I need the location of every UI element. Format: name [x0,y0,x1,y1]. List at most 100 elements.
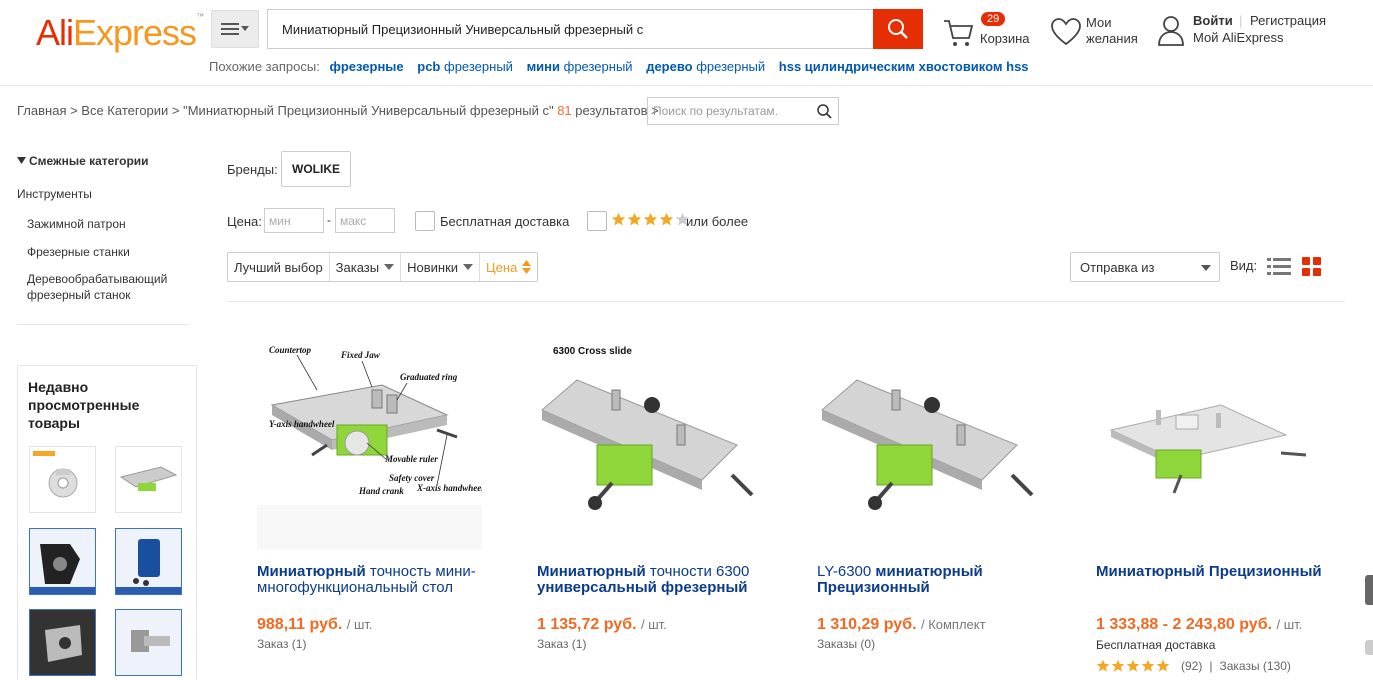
search-button[interactable] [873,9,923,49]
free-shipping-checkbox[interactable] [415,211,435,231]
related-query-5[interactable]: hss цилиндрическим хвостовиком hss [779,59,1029,74]
star-icon [1096,659,1110,672]
triangle-down-icon [17,157,26,164]
recent-thumb-pulley[interactable] [29,446,96,513]
diagram-label-hand-crank: Hand crank [358,486,404,496]
product-reviews-4[interactable]: (92) [1181,659,1202,673]
star-icon [1111,659,1125,672]
chevron-down-icon [1201,265,1211,271]
product-image-caption-2: 6300 Cross slide [553,346,632,357]
recent-thumb-extruder[interactable] [29,528,96,595]
search-icon[interactable] [817,104,832,119]
product-title-3[interactable]: LY-6300 миниатюрный Прецизионный [817,564,1047,596]
related-query-2[interactable]: pcb фрезерный [417,59,513,74]
product-orders-3: Заказы (0) [817,637,876,651]
product-price-4: 1 333,88 - 2 243,80 руб. / шт. [1096,616,1303,633]
side-tab[interactable] [1365,640,1373,655]
list-view-icon[interactable] [1267,257,1291,280]
product-image-2[interactable]: 6300 Cross slide [537,325,762,550]
related-query-4[interactable]: дерево фрезерный [646,59,765,74]
search-icon [888,19,908,39]
sidebar-item-chuck[interactable]: Зажимной патрон [27,216,187,232]
star-icon [627,212,642,226]
recent-thumb-bearing-mount[interactable] [115,609,182,676]
my-aliexpress-link[interactable]: Мой AliExpress [1193,30,1284,45]
logo-text-ali: Ali [36,12,74,53]
caret-down-icon [241,26,249,31]
product-image-3[interactable] [817,325,1042,550]
diagram-label-fixed-jaw: Fixed Jaw [340,350,381,360]
sort-newest[interactable]: Новинки [401,253,481,281]
cart-icon [944,20,974,46]
feedback-side-tab[interactable] [1365,575,1373,605]
diagram-label-countertop: Countertop [269,345,312,355]
brand-chip-wolike[interactable]: WOLIKE [281,151,351,187]
product-title-2[interactable]: Миниатюрный точности 6300 универсальный … [537,564,767,596]
price-min-input[interactable]: мин [264,208,324,233]
related-query-1[interactable]: фрезерные [329,59,403,74]
recent-thumb-bracket[interactable] [29,609,96,676]
star-icon [611,212,626,226]
search-input[interactable]: Миниатюрный Прецизионный Универсальный ф… [267,9,874,49]
user-icon [1158,16,1184,46]
diagram-label-safety-cover: Safety cover [389,473,435,483]
diagram-label-y-axis-handwheel: Y-axis handwheel [269,419,335,429]
rating-filter-label[interactable]: или более [686,214,748,229]
wishlist-link[interactable]: Мои желания [1050,14,1145,54]
grid-view-icon[interactable] [1302,257,1322,280]
star-icon [1126,659,1140,672]
product-image-4[interactable] [1096,325,1321,550]
related-categories-title[interactable]: Смежные категории [17,154,149,168]
cart-label: Корзина [980,31,1030,46]
product-title-4[interactable]: Миниатюрный Прецизионный [1096,564,1326,580]
product-free-shipping-4: Бесплатная доставка [1096,638,1216,652]
product-rating-4: (92) | Заказы (130) [1096,659,1291,673]
product-orders-4: Заказы (130) [1219,659,1291,673]
rating-filter-checkbox[interactable] [587,211,607,231]
breadcrumb-path[interactable]: Главная > Все Категории > "Миниатюрный П… [17,103,554,118]
recently-viewed-panel: Недавно просмотренные товары [17,365,197,680]
categories-menu-button[interactable] [211,10,259,48]
logo-text-express: Express [73,12,197,53]
recent-thumb-cross-slide[interactable] [115,446,182,513]
sidebar-item-woodworking-milling[interactable]: Деревообрабатывающий фрезерный станок [27,271,187,303]
view-label: Вид: [1230,258,1258,273]
diagram-label-x-axis-handwheel: X-axis handwheel [416,483,482,493]
sidebar-item-milling-machines[interactable]: Фрезерные станки [27,244,187,260]
sort-orders[interactable]: Заказы [330,253,402,281]
heart-icon [1051,18,1081,46]
sort-best-match[interactable]: Лучший выбор [228,253,330,281]
product-image-1[interactable]: Countertop Fixed Jaw Graduated ring Y-ax… [257,325,482,550]
product-orders-1: Заказ (1) [257,637,307,651]
triangle-down-icon [384,264,395,270]
product-price-1: 988,11 руб. / шт. [257,616,373,633]
recently-viewed-title: Недавно просмотренные товары [28,379,140,431]
search-within-results-input[interactable]: Поиск по результатам. [647,97,839,125]
hamburger-icon [221,23,239,35]
diagram-label-graduated-ring: Graduated ring [400,372,458,382]
cart-link[interactable]: 29 Корзина [942,12,1032,52]
register-link[interactable]: Регистрация [1250,13,1326,28]
price-max-input[interactable]: макс [335,208,395,233]
price-range-dash: - [327,213,331,227]
sort-updown-icon [522,260,532,274]
cart-count-badge: 29 [981,12,1006,26]
product-orders-2: Заказ (1) [537,637,587,651]
star-icon [1141,659,1155,672]
signin-link[interactable]: Войти [1193,13,1233,28]
ship-from-dropdown[interactable]: Отправка из [1070,252,1220,282]
star-icon [643,212,658,226]
product-title-1[interactable]: Миниатюрный точность мини-многофункциона… [257,564,487,596]
rating-filter-stars[interactable] [611,212,690,227]
breadcrumb[interactable]: Главная > Все Категории > "Миниатюрный П… [17,103,659,118]
recent-thumb-coupler[interactable] [115,528,182,595]
related-query-3[interactable]: мини фрезерный [527,59,633,74]
related-searches: Похожие запросы: фрезерные pcb фрезерный… [209,59,1033,74]
aliexpress-logo[interactable]: AliExpress™ [36,12,204,54]
sort-price[interactable]: Цена [480,253,537,281]
sidebar-category-tools[interactable]: Инструменты [17,187,92,201]
account-menu[interactable]: Войти | Регистрация Мой AliExpress [1157,12,1357,52]
related-searches-label: Похожие запросы: [209,59,320,74]
free-shipping-label[interactable]: Бесплатная доставка [440,214,569,229]
results-count: 81 [557,103,572,118]
